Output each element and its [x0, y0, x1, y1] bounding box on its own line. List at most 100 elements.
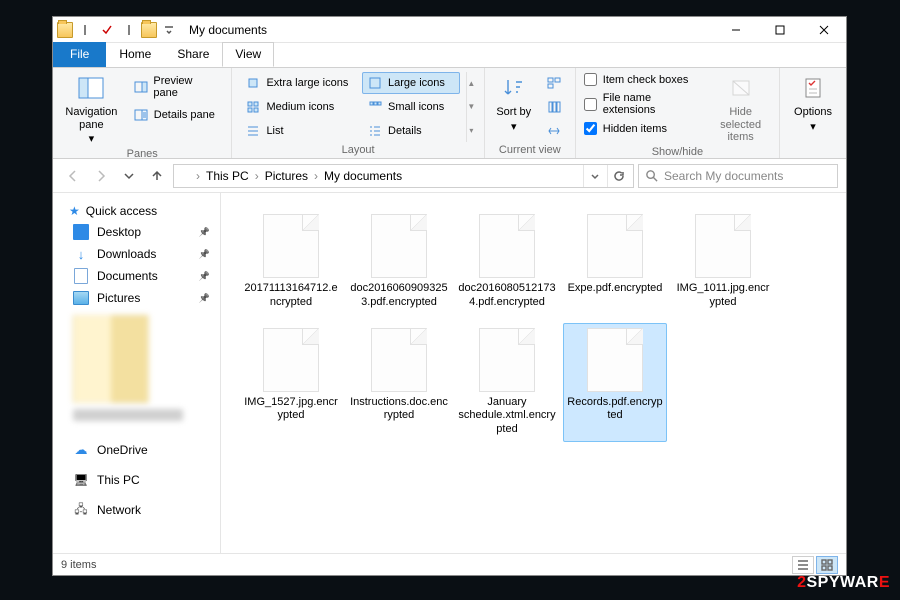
chevron-right-icon[interactable]: › — [312, 169, 320, 183]
explorer-window: My documents File Home Share View Naviga… — [52, 16, 847, 576]
chevron-right-icon[interactable]: › — [194, 169, 202, 183]
group-caption: Current view — [493, 142, 567, 156]
sort-by-button[interactable]: Sort by▾ — [493, 72, 535, 133]
sidebar-item-thispc[interactable]: This PC — [53, 469, 220, 491]
folder-icon — [57, 22, 73, 38]
layout-medium[interactable]: Medium icons — [240, 96, 356, 118]
add-columns-button[interactable] — [541, 96, 567, 118]
recent-locations-button[interactable] — [117, 164, 141, 188]
file-item[interactable]: doc20160805121734.pdf.encrypted — [455, 209, 559, 315]
group-show-hide: Item check boxes File name extensions Hi… — [576, 68, 780, 158]
group-caption: Layout — [240, 142, 475, 156]
file-name: January schedule.xtml.encrypted — [458, 396, 556, 437]
folder-icon[interactable] — [141, 22, 157, 38]
view-switcher — [792, 556, 838, 574]
chevron-down-icon: ▾ — [89, 133, 95, 146]
breadcrumb-seg[interactable]: Pictures — [263, 169, 310, 183]
chevron-right-icon[interactable]: › — [253, 169, 261, 183]
refresh-button[interactable] — [607, 165, 629, 187]
breadcrumb-seg[interactable]: This PC — [204, 169, 251, 183]
file-name: 20171113164712.encrypted — [242, 282, 340, 310]
sidebar-item-documents[interactable]: Documents — [53, 265, 220, 287]
layout-extra-large[interactable]: Extra large icons — [240, 72, 356, 94]
layout-details[interactable]: Details — [362, 120, 460, 142]
sidebar-item-downloads[interactable]: Downloads — [53, 243, 220, 265]
file-icon — [263, 328, 319, 392]
group-panes: Navigation pane▾ Preview pane Details pa… — [53, 68, 232, 158]
group-by-button[interactable] — [541, 72, 567, 94]
file-item[interactable]: Records.pdf.encrypted — [563, 323, 667, 442]
sidebar-item-pictures[interactable]: Pictures — [53, 287, 220, 309]
file-item[interactable]: 20171113164712.encrypted — [239, 209, 343, 315]
layout-list[interactable]: List — [240, 120, 356, 142]
preview-pane-button[interactable]: Preview pane — [128, 72, 224, 102]
file-icon — [371, 214, 427, 278]
qat-divider-icon — [75, 20, 95, 40]
layout-small[interactable]: Small icons — [362, 96, 460, 118]
close-button[interactable] — [802, 17, 846, 43]
group-layout: Extra large icons Medium icons List Larg… — [232, 68, 484, 158]
qat-dropdown-icon[interactable] — [159, 20, 179, 40]
view-details-button[interactable] — [792, 556, 814, 574]
checkbox-file-extensions[interactable]: File name extensions — [584, 91, 704, 117]
sidebar-quick-access[interactable]: ★Quick access — [53, 201, 220, 221]
up-button[interactable] — [145, 164, 169, 188]
qat-divider-icon — [119, 20, 139, 40]
scroll-up-icon[interactable]: ▲ — [467, 79, 475, 88]
tab-home[interactable]: Home — [106, 42, 164, 67]
maximize-button[interactable] — [758, 17, 802, 43]
file-item[interactable]: Instructions.doc.encrypted — [347, 323, 451, 442]
sidebar-item-desktop[interactable]: Desktop — [53, 221, 220, 243]
view-large-icons-button[interactable] — [816, 556, 838, 574]
file-name: doc20160805121734.pdf.encrypted — [458, 282, 556, 310]
sidebar-item-onedrive[interactable]: OneDrive — [53, 439, 220, 461]
pictures-icon — [73, 290, 89, 306]
body: ★Quick access Desktop Downloads Document… — [53, 193, 846, 553]
checkbox-item-checkboxes[interactable]: Item check boxes — [584, 72, 704, 87]
checkbox-hidden-items[interactable]: Hidden items — [584, 121, 704, 136]
preview-pane-icon — [133, 79, 149, 95]
tab-view[interactable]: View — [222, 42, 274, 67]
sidebar-item-network[interactable]: Network — [53, 499, 220, 521]
group-caption: Show/hide — [584, 144, 771, 158]
search-box[interactable]: Search My documents — [638, 164, 838, 188]
forward-button[interactable] — [89, 164, 113, 188]
address-dropdown[interactable] — [583, 165, 605, 187]
navigation-pane-button[interactable]: Navigation pane▾ — [61, 72, 122, 146]
file-grid: 20171113164712.encrypteddoc2016060909325… — [239, 209, 836, 442]
window-controls — [714, 17, 846, 43]
file-item[interactable]: Expe.pdf.encrypted — [563, 209, 667, 315]
file-view[interactable]: 20171113164712.encrypteddoc2016060909325… — [221, 193, 846, 553]
minimize-button[interactable] — [714, 17, 758, 43]
file-name: IMG_1527.jpg.encrypted — [242, 396, 340, 424]
address-bar[interactable]: › This PC › Pictures › My documents — [173, 164, 634, 188]
file-name: Instructions.doc.encrypted — [350, 396, 448, 424]
breadcrumb-seg[interactable]: My documents — [322, 169, 404, 183]
file-item[interactable]: January schedule.xtml.encrypted — [455, 323, 559, 442]
hide-icon — [725, 72, 757, 104]
scroll-down-icon[interactable]: ▼ — [467, 102, 475, 111]
expand-icon[interactable]: ▾ — [469, 126, 473, 135]
hide-selected-button[interactable]: Hide selected items — [710, 72, 771, 144]
title-bar: My documents — [53, 17, 846, 43]
sort-icon — [498, 72, 530, 104]
grid-icon — [367, 75, 383, 91]
details-pane-button[interactable]: Details pane — [128, 104, 224, 126]
nav-pane-icon — [75, 72, 107, 104]
cloud-icon — [73, 442, 89, 458]
tab-file[interactable]: File — [53, 42, 106, 67]
back-button[interactable] — [61, 164, 85, 188]
group-caption: Panes — [61, 146, 223, 160]
file-item[interactable]: IMG_1011.jpg.encrypted — [671, 209, 775, 315]
grid-icon — [245, 99, 261, 115]
file-item[interactable]: IMG_1527.jpg.encrypted — [239, 323, 343, 442]
size-columns-button[interactable] — [541, 120, 567, 142]
star-icon: ★ — [69, 204, 80, 218]
tab-share[interactable]: Share — [164, 42, 222, 67]
qat-check-icon[interactable] — [97, 20, 117, 40]
options-button[interactable]: Options▾ — [788, 72, 838, 133]
file-item[interactable]: doc20160609093253.pdf.encrypted — [347, 209, 451, 315]
blurred-item — [73, 409, 183, 421]
group-current-view: Sort by▾ Current view — [485, 68, 576, 158]
layout-large[interactable]: Large icons — [362, 72, 460, 94]
